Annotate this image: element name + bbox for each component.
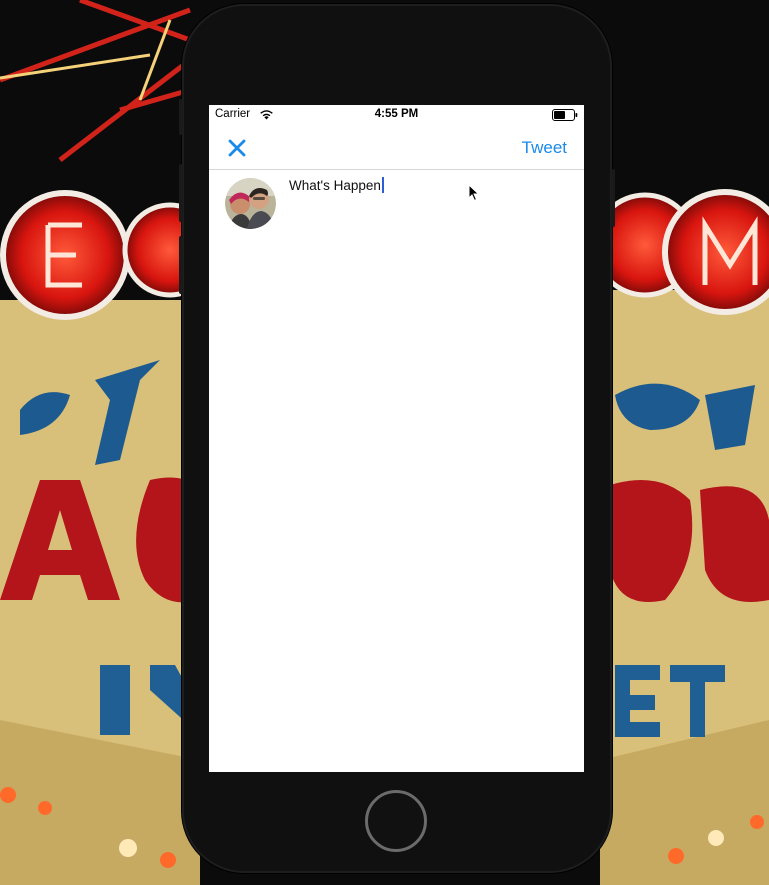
user-avatar: [225, 178, 276, 229]
battery-icon: [552, 109, 578, 121]
mouse-pointer-icon: [468, 184, 480, 202]
tweet-text-value: What's Happen: [289, 178, 381, 193]
volume-down-button: [179, 236, 183, 294]
power-button: [611, 169, 615, 227]
status-time: 4:55 PM: [374, 108, 419, 120]
status-bar: Carrier 4:55 PM: [209, 105, 584, 125]
close-icon[interactable]: [225, 136, 249, 160]
compose-nav-bar: Tweet: [209, 125, 584, 170]
tweet-text-input[interactable]: What's Happen: [289, 177, 569, 201]
mute-switch: [179, 99, 183, 135]
phone-screen: Carrier 4:55 PM Tweet What's Happen: [209, 105, 584, 772]
tweet-button[interactable]: Tweet: [522, 138, 567, 158]
text-caret: [381, 177, 384, 193]
home-button[interactable]: [365, 790, 427, 852]
tweet-composer: What's Happen: [209, 171, 584, 772]
volume-up-button: [179, 164, 183, 222]
